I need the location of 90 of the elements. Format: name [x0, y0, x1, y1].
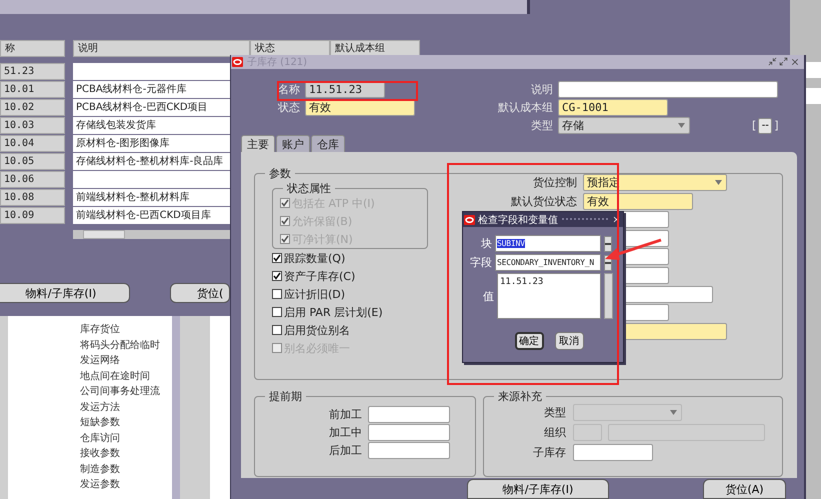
- bracket: ]: [774, 118, 779, 134]
- field-label: 块: [480, 236, 492, 251]
- input-field[interactable]: [558, 81, 778, 98]
- field-label: 状态: [278, 100, 300, 116]
- tab[interactable]: 仓库: [311, 135, 345, 152]
- tab[interactable]: 主要: [241, 135, 275, 152]
- oracle-icon: [232, 57, 243, 67]
- menu-item[interactable]: 库存货位: [80, 322, 172, 338]
- dash-icon: [605, 262, 611, 264]
- table-cell: 10.05: [0, 153, 65, 170]
- checkbox[interactable]: [272, 289, 282, 299]
- dropdown[interactable]: 存储: [558, 117, 690, 134]
- button[interactable]: 物料/子库存(I): [0, 283, 130, 303]
- table-cell: 10.06: [0, 171, 65, 188]
- input-field[interactable]: [368, 406, 450, 423]
- input-field[interactable]: [368, 442, 450, 459]
- checkbox-label: 资产子库存(C): [284, 268, 356, 284]
- input-field[interactable]: [573, 444, 653, 461]
- field-label: 默认货位状态: [511, 194, 577, 210]
- list-button[interactable]: [604, 236, 612, 252]
- field-label: 前加工: [329, 407, 362, 423]
- button[interactable]: 货位(: [170, 283, 230, 303]
- field-label: 字段: [469, 255, 492, 270]
- menu-item[interactable]: 发运网络: [80, 353, 172, 368]
- input-field[interactable]: SECONDARY_INVENTORY_N: [495, 254, 601, 271]
- scrollbar: [604, 273, 613, 319]
- checkbox[interactable]: [272, 325, 282, 335]
- field-label: 类型: [544, 405, 566, 421]
- input-field[interactable]: [368, 424, 450, 441]
- button[interactable]: 取消: [554, 332, 584, 350]
- field-label: 值: [482, 288, 494, 304]
- button[interactable]: 物料/子库存(I): [467, 479, 609, 499]
- button[interactable]: 确定: [514, 332, 544, 350]
- button[interactable]: 货位(A): [703, 479, 786, 499]
- group-title: 参数: [268, 166, 292, 181]
- table-cell: 10.01: [0, 81, 65, 98]
- field-label: 组织: [544, 425, 566, 441]
- checkbox-label: 启用 PAR 层计划(E): [284, 304, 383, 320]
- group-title: 状态属性: [286, 181, 332, 196]
- checkbox[interactable]: [272, 307, 282, 317]
- flexfield-button[interactable]: --: [758, 118, 772, 134]
- input-field: [573, 424, 602, 441]
- pointer-arrow: [605, 238, 662, 260]
- checkbox[interactable]: [272, 253, 282, 263]
- table-cell: 10.04: [0, 135, 65, 152]
- maximize-icon[interactable]: [779, 57, 788, 66]
- field-label: 加工中: [329, 425, 362, 441]
- group-title: 来源补充: [497, 389, 543, 404]
- field-label: 货位控制: [533, 175, 577, 191]
- table-cell: 51.23: [0, 63, 65, 80]
- column-header: 称: [0, 40, 65, 57]
- menu-item[interactable]: 将码头分配给临时: [80, 338, 172, 353]
- field-label: 子库存: [533, 445, 566, 461]
- bracket: [: [752, 118, 756, 134]
- menu-item[interactable]: 地点间在途时间: [80, 368, 172, 384]
- group-title: 提前期: [268, 389, 303, 404]
- checkbox-label: 应计折旧(D): [284, 286, 346, 302]
- checkbox-label: 启用货位别名: [284, 322, 350, 338]
- field-label: 说明: [531, 82, 553, 98]
- menu-item[interactable]: 仓库访问: [80, 430, 172, 446]
- table-cell: 10.09: [0, 207, 65, 224]
- close-icon[interactable]: [790, 57, 800, 67]
- menu-item[interactable]: 发运方法: [80, 400, 172, 415]
- caret-icon: [715, 180, 722, 185]
- oracle-icon: [464, 214, 475, 224]
- field-label: 类型: [531, 118, 553, 134]
- menu-item[interactable]: 制造参数: [80, 462, 172, 477]
- checkbox-label: 跟踪数量(Q): [284, 250, 346, 266]
- tab[interactable]: 账户: [276, 135, 310, 152]
- checkbox[interactable]: [272, 271, 282, 281]
- field-label: 后加工: [329, 443, 362, 459]
- field-label: 默认成本组: [498, 100, 553, 116]
- menu-item[interactable]: 发运参数: [80, 477, 172, 492]
- dialog-title: 检查字段和变量值: [478, 214, 558, 226]
- menu-item[interactable]: 接收参数: [80, 446, 172, 462]
- input-field[interactable]: SUBINV: [495, 235, 601, 252]
- field-label: 名称: [278, 82, 300, 98]
- table-cell: 10.03: [0, 117, 65, 134]
- input-field[interactable]: 有效: [583, 192, 693, 210]
- dash-icon: [605, 242, 611, 244]
- caret-icon: [678, 123, 685, 128]
- column-header: 说明: [73, 40, 250, 57]
- menu-item[interactable]: 公司间事务处理流: [80, 384, 172, 400]
- table-cell: 10.02: [0, 99, 65, 116]
- minimize-icon[interactable]: [768, 57, 777, 66]
- text-area[interactable]: 11.51.23: [497, 273, 601, 319]
- menu-item[interactable]: 短缺参数: [80, 415, 172, 430]
- input-field[interactable]: CG-1001: [558, 99, 668, 116]
- table-cell: 10.08: [0, 189, 65, 206]
- caret-icon: [670, 410, 677, 415]
